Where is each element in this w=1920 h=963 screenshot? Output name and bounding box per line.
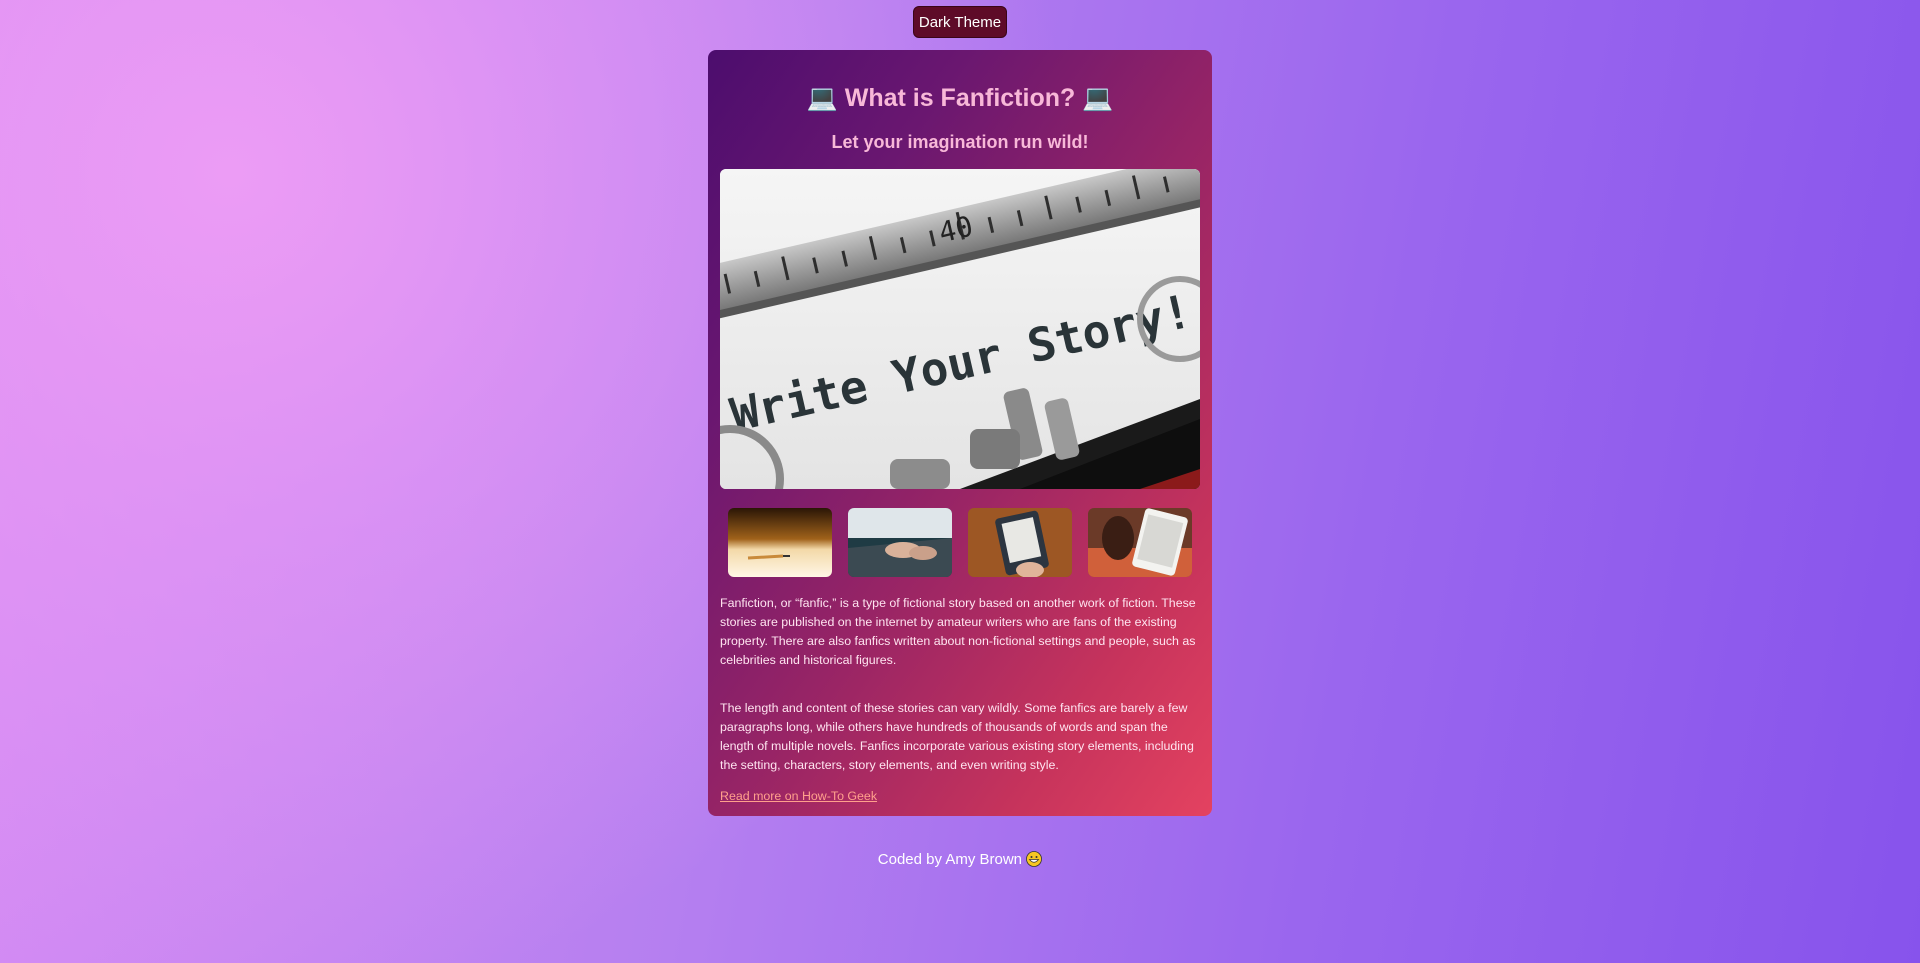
author-link[interactable]: Amy Brown — [945, 851, 1022, 868]
intro-paragraph: Fanfiction, or “fanfic,” is a type of fi… — [720, 596, 1196, 667]
laptop-icon: 💻 — [1082, 84, 1114, 112]
thumbnail-ereader[interactable] — [968, 508, 1072, 577]
dark-theme-button[interactable]: Dark Theme — [913, 6, 1007, 38]
grinning-face-icon — [1026, 851, 1043, 867]
thumbnail-laptop-typing[interactable] — [848, 508, 952, 577]
page-title-text: What is Fanfiction? — [844, 84, 1076, 112]
thumbnail-pencil-paper[interactable] — [728, 508, 832, 577]
laptop-icon: 💻 — [806, 84, 838, 112]
footer: Coded by Amy Brown — [0, 851, 1920, 868]
page-subtitle: Let your imagination run wild! — [831, 132, 1089, 152]
hero-image-typewriter: 40 Write Your Story! — [720, 169, 1200, 489]
thumbnail-gallery — [728, 508, 1192, 578]
page-title: 💻 What is Fanfiction? 💻 — [708, 84, 1212, 113]
read-more-link[interactable]: Read more on How-To Geek — [720, 789, 877, 803]
fanfiction-card: 💻 What is Fanfiction? 💻 Let your imagina… — [708, 50, 1212, 816]
length-paragraph: The length and content of these stories … — [720, 701, 1194, 772]
thumbnail-tablet-reading[interactable] — [1088, 508, 1192, 577]
footer-prefix: Coded by — [877, 851, 942, 868]
